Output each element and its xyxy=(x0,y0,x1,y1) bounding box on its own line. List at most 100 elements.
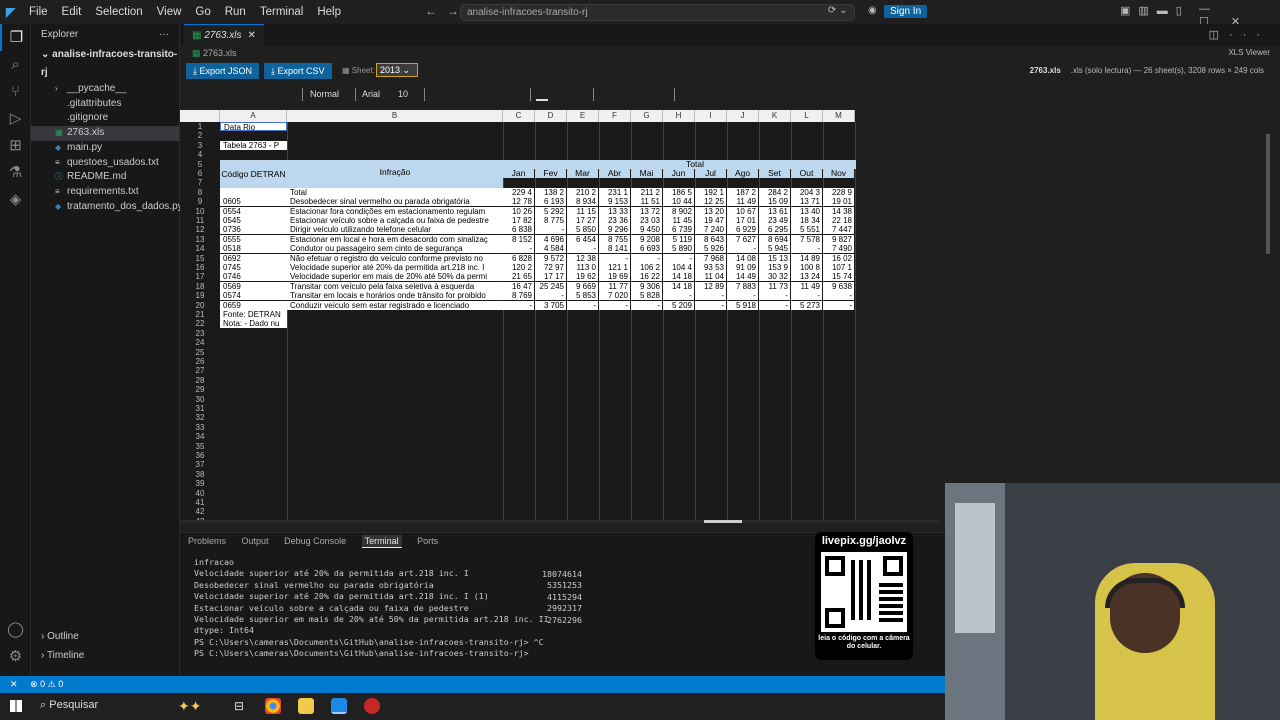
row-number[interactable]: 29 xyxy=(180,385,220,394)
row-number[interactable]: 25 xyxy=(180,348,220,357)
menu-view[interactable]: View xyxy=(150,0,189,24)
value-cell[interactable]: - xyxy=(631,253,662,263)
value-cell[interactable]: 22 18 xyxy=(823,216,854,225)
value-cell[interactable]: 11 77 xyxy=(599,281,630,291)
row-number[interactable]: 27 xyxy=(180,366,220,375)
row-number[interactable]: 24 xyxy=(180,338,220,347)
column-header[interactable]: D xyxy=(535,110,567,122)
value-cell[interactable]: 284 2 xyxy=(759,187,790,197)
value-cell[interactable]: 210 2 xyxy=(567,187,598,197)
obs-icon[interactable] xyxy=(364,698,380,714)
row-number[interactable]: 5 xyxy=(180,160,220,169)
infracao-cell[interactable]: Dirigir veículo utilizando telefone celu… xyxy=(287,225,503,235)
value-cell[interactable]: 10 26 xyxy=(503,206,534,216)
value-cell[interactable]: 6 454 xyxy=(567,234,598,244)
row-number[interactable]: 18 xyxy=(180,282,220,291)
value-cell[interactable]: 8 152 xyxy=(503,234,534,244)
code-cell[interactable]: 0736 xyxy=(220,225,287,235)
file-item[interactable]: › __pycache__ xyxy=(31,82,179,97)
value-cell[interactable]: 8 769 xyxy=(503,291,534,301)
testing-icon[interactable]: ⚗ xyxy=(0,159,31,186)
infracao-cell[interactable]: Não efetuar o registro do veículo confor… xyxy=(287,253,503,263)
value-cell[interactable]: 104 4 xyxy=(663,263,694,272)
extensions-icon[interactable]: ⊞ xyxy=(0,132,31,159)
row-number[interactable]: 31 xyxy=(180,404,220,413)
row-number[interactable]: 19 xyxy=(180,291,220,300)
infracao-cell[interactable]: Estacionar fora condições em estacioname… xyxy=(287,206,503,216)
value-cell[interactable]: 6 295 xyxy=(759,225,790,235)
row-number[interactable]: 32 xyxy=(180,413,220,422)
value-cell[interactable]: - xyxy=(759,291,790,301)
code-cell[interactable] xyxy=(220,187,287,197)
menu-selection[interactable]: Selection xyxy=(88,0,149,24)
value-cell[interactable]: - xyxy=(567,300,598,310)
value-cell[interactable]: 11 51 xyxy=(631,197,662,207)
value-cell[interactable]: - xyxy=(823,300,854,310)
value-cell[interactable]: - xyxy=(727,244,758,254)
value-cell[interactable]: 6 828 xyxy=(503,253,534,263)
value-cell[interactable]: 11 49 xyxy=(791,281,822,291)
file-item[interactable]: ◆ tratamento_dos_dados.py xyxy=(31,200,183,215)
value-cell[interactable]: 10 67 xyxy=(727,206,758,216)
more-actions-icon[interactable]: ··· xyxy=(159,24,169,46)
value-cell[interactable]: 13 24 xyxy=(791,272,822,282)
value-cell[interactable]: - xyxy=(791,244,822,254)
menu-edit[interactable]: Edit xyxy=(55,0,89,24)
value-cell[interactable]: 23 03 xyxy=(631,216,662,225)
value-cell[interactable]: - xyxy=(759,300,790,310)
value-cell[interactable]: 12 25 xyxy=(695,197,726,207)
value-cell[interactable]: 6 693 xyxy=(631,244,662,254)
row-number[interactable]: 36 xyxy=(180,451,220,460)
value-cell[interactable]: 5 918 xyxy=(727,300,758,310)
column-header[interactable]: M xyxy=(823,110,855,122)
code-cell[interactable]: 0545 xyxy=(220,216,287,225)
run-debug-icon[interactable]: ▷ xyxy=(0,105,31,132)
row-number[interactable]: 14 xyxy=(180,244,220,253)
sign-in-button[interactable]: Sign In xyxy=(884,5,928,18)
format-font[interactable]: Arial xyxy=(362,89,380,99)
column-header[interactable]: L xyxy=(791,110,823,122)
value-cell[interactable]: 16 02 xyxy=(823,253,854,263)
tab-problems[interactable]: Problems xyxy=(188,536,226,546)
infracao-cell[interactable]: Velocidade superior em mais de 20% até 5… xyxy=(287,272,503,282)
value-cell[interactable]: 14 08 xyxy=(727,253,758,263)
tab-terminal[interactable]: Terminal xyxy=(361,535,402,548)
row-number[interactable]: 9 xyxy=(180,197,220,206)
row-number[interactable]: 37 xyxy=(180,460,220,469)
value-cell[interactable]: 14 49 xyxy=(727,272,758,282)
value-cell[interactable]: 4 696 xyxy=(535,234,566,244)
value-cell[interactable]: 9 450 xyxy=(631,225,662,235)
value-cell[interactable]: 6 929 xyxy=(727,225,758,235)
value-cell[interactable]: 5 945 xyxy=(759,244,790,254)
row-number[interactable]: 22 xyxy=(180,319,220,328)
value-cell[interactable]: 231 1 xyxy=(599,187,630,197)
value-cell[interactable]: 100 8 xyxy=(791,263,822,272)
sheet-select[interactable]: 2013 ⌄ xyxy=(376,63,418,77)
value-cell[interactable]: 72 97 xyxy=(535,263,566,272)
value-cell[interactable]: 9 638 xyxy=(823,281,854,291)
code-cell[interactable]: 0554 xyxy=(220,206,287,216)
value-cell[interactable]: 12 78 xyxy=(503,197,534,207)
row-number[interactable]: 34 xyxy=(180,432,220,441)
row-number[interactable]: 10 xyxy=(180,207,220,216)
value-cell[interactable]: 14 89 xyxy=(791,253,822,263)
value-cell[interactable]: 11 45 xyxy=(663,216,694,225)
row-number[interactable]: 39 xyxy=(180,479,220,488)
task-view-icon[interactable]: ⊟ xyxy=(234,699,244,713)
value-cell[interactable]: 3 705 xyxy=(535,300,566,310)
copilot-icon[interactable]: ⟳ ⌄ xyxy=(828,5,848,16)
code-cell[interactable]: 0745 xyxy=(220,263,287,272)
nav-arrows[interactable]: ← → xyxy=(425,4,459,18)
value-cell[interactable]: 7 447 xyxy=(823,225,854,235)
value-cell[interactable]: - xyxy=(567,244,598,254)
value-cell[interactable]: - xyxy=(503,244,534,254)
value-cell[interactable]: 12 89 xyxy=(695,281,726,291)
file-explorer-icon[interactable] xyxy=(298,698,314,714)
file-item[interactable]: ◆ main.py xyxy=(31,141,179,156)
split-editor-icon[interactable]: ◫··· xyxy=(1209,28,1270,41)
row-number[interactable]: 2 xyxy=(180,131,220,140)
tab-debug-console[interactable]: Debug Console xyxy=(284,536,346,546)
value-cell[interactable]: 13 33 xyxy=(599,206,630,216)
value-cell[interactable]: 7 627 xyxy=(727,234,758,244)
value-cell[interactable]: 17 17 xyxy=(535,272,566,282)
